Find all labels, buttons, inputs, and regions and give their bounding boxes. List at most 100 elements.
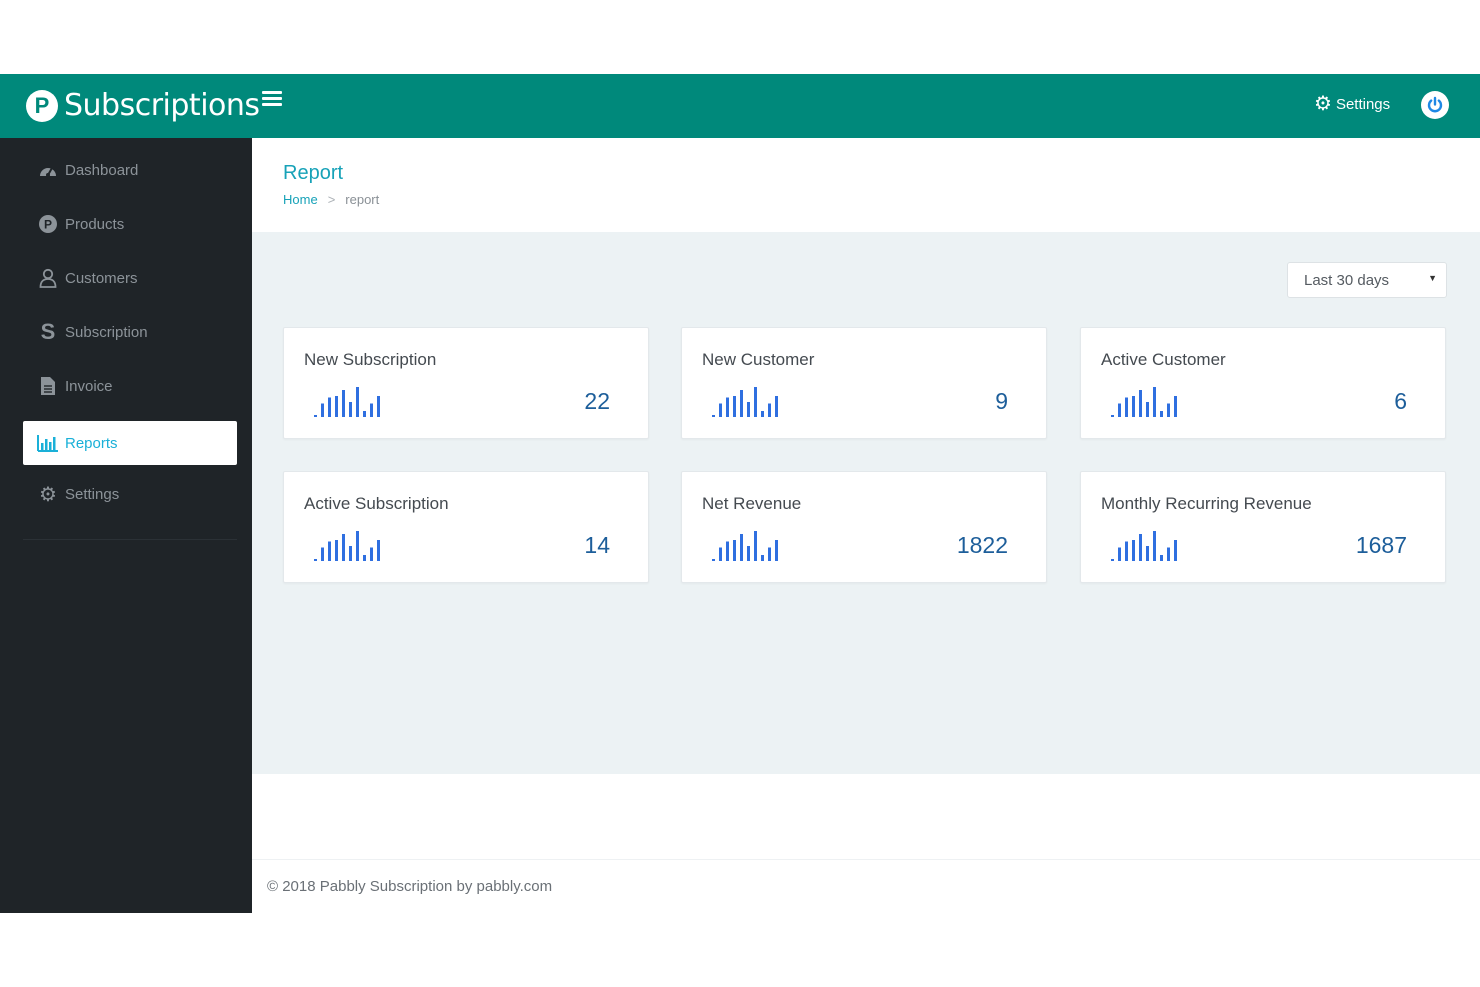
sparkline-bar: [370, 403, 373, 417]
sidebar-item-label: Subscription: [65, 323, 148, 341]
sparkline-bar: [377, 396, 380, 417]
sparkline-bar: [1132, 540, 1135, 561]
sparkline-bar: [335, 396, 338, 417]
stat-card-title: New Customer: [702, 350, 815, 369]
page-title: Report: [283, 162, 344, 184]
sparkline-bar: [1111, 559, 1114, 561]
sparkline-bar: [321, 403, 324, 417]
svg-text:P: P: [44, 218, 52, 232]
hamburger-icon[interactable]: [262, 88, 286, 110]
sparkline-bar: [1125, 541, 1128, 561]
top-settings-button[interactable]: ⚙ Settings: [1314, 94, 1390, 114]
page-footer: © 2018 Pabbly Subscription by pabbly.com: [252, 774, 1480, 913]
report-content: Last 30 days ▼ New Subscription 22 New C…: [252, 232, 1480, 774]
sparkline-bar: [726, 397, 729, 417]
sidebar-item-label: Products: [65, 215, 125, 233]
sparkline-bar: [1139, 390, 1142, 417]
sparkline-bar: [363, 555, 366, 561]
sparkline-bar: [342, 390, 345, 417]
sparkline-bar: [349, 546, 352, 561]
stat-card-value: 14: [584, 532, 610, 558]
sidebar-item-label: Invoice: [65, 377, 113, 395]
stat-card-title: Active Subscription: [304, 494, 449, 513]
sparkline-bar: [1174, 396, 1177, 417]
sparkline-bar: [1139, 534, 1142, 561]
sparkline-bar: [328, 397, 331, 417]
power-icon[interactable]: [1421, 91, 1449, 119]
sparkline-bar: [377, 540, 380, 561]
caret-down-icon: ▼: [1428, 273, 1437, 283]
sparkline-bar: [1118, 403, 1121, 417]
stat-card-title: New Subscription: [304, 350, 437, 369]
sparkline-bar: [321, 547, 324, 561]
sparkline-bar: [1160, 411, 1163, 417]
sparkline-bar: [1146, 546, 1149, 561]
brand-logo[interactable]: P Subscriptions: [26, 88, 260, 123]
sparkline-bar: [740, 390, 743, 417]
gear-icon: ⚙: [39, 483, 57, 506]
sparkline-bar: [754, 387, 757, 417]
sparkline-bar: [1111, 415, 1114, 417]
sparkline-bar: [314, 415, 317, 417]
date-range-select[interactable]: Last 30 days ▼: [1287, 262, 1447, 298]
stat-card-value: 1822: [956, 532, 1008, 558]
sparkline-bar: [1174, 540, 1177, 561]
sparkline-icon: [1111, 387, 1177, 417]
sidebar-item-dashboard[interactable]: Dashboard: [23, 148, 237, 192]
sparkline-bar: [768, 403, 771, 417]
sparkline-bar: [1153, 387, 1156, 417]
sparkline-bar: [719, 547, 722, 561]
footer-divider: [252, 859, 1480, 860]
sidebar-item-settings[interactable]: ⚙ Settings: [23, 472, 237, 516]
stat-card-active-subscription: Active Subscription 14: [283, 471, 649, 583]
gear-icon: ⚙: [1314, 93, 1332, 115]
sparkline-bar: [754, 531, 757, 561]
stat-card-title: Net Revenue: [702, 494, 802, 513]
footer-copyright: © 2018 Pabbly Subscription by pabbly.com: [267, 878, 553, 895]
sparkline-bar: [328, 541, 331, 561]
stat-card-new-customer: New Customer 9: [681, 327, 1047, 439]
stat-card-value: 22: [584, 388, 610, 414]
subscription-s-icon: S: [40, 319, 56, 344]
sparkline-icon: [1111, 531, 1177, 561]
product-p-icon: P: [37, 213, 59, 235]
sidebar-item-reports[interactable]: Reports: [23, 421, 237, 465]
sparkline-bar: [761, 411, 764, 417]
sparkline-bar: [733, 540, 736, 561]
sparkline-bar: [775, 540, 778, 561]
stat-card-value: 6: [1394, 388, 1407, 414]
sparkline-bar: [775, 396, 778, 417]
sparkline-icon: [712, 387, 778, 417]
top-bar: P Subscriptions ⚙ Settings: [0, 74, 1480, 138]
sparkline-bar: [1160, 555, 1163, 561]
sparkline-bar: [335, 540, 338, 561]
breadcrumb-home-link[interactable]: Home: [283, 192, 318, 207]
sparkline-bar: [349, 402, 352, 417]
sparkline-bar: [712, 415, 715, 417]
sparkline-bar: [1146, 402, 1149, 417]
sparkline-bar: [314, 559, 317, 561]
sparkline-bar: [1118, 547, 1121, 561]
sparkline-bar: [747, 402, 750, 417]
sparkline-bar: [719, 403, 722, 417]
sparkline-bar: [363, 411, 366, 417]
sparkline-icon: [712, 531, 778, 561]
bar-chart-icon: [37, 432, 59, 454]
sparkline-bar: [761, 555, 764, 561]
sidebar-item-subscription[interactable]: S Subscription: [23, 310, 237, 354]
sparkline-bar: [747, 546, 750, 561]
chevron-right-icon: >: [327, 192, 336, 207]
sparkline-bar: [1167, 403, 1170, 417]
sparkline-bar: [356, 387, 359, 417]
sparkline-bar: [768, 547, 771, 561]
breadcrumb: Home > report: [283, 192, 379, 207]
stat-card-new-subscription: New Subscription 22: [283, 327, 649, 439]
sidebar-item-label: Customers: [65, 269, 138, 287]
sidebar: Dashboard P Products Customers S Subscri…: [0, 138, 252, 913]
sidebar-item-invoice[interactable]: Invoice: [23, 364, 237, 408]
stat-card-value: 1687: [1355, 532, 1407, 558]
sidebar-item-customers[interactable]: Customers: [23, 256, 237, 300]
sparkline-bar: [1132, 396, 1135, 417]
sidebar-item-products[interactable]: P Products: [23, 202, 237, 246]
sidebar-divider: [23, 539, 237, 540]
